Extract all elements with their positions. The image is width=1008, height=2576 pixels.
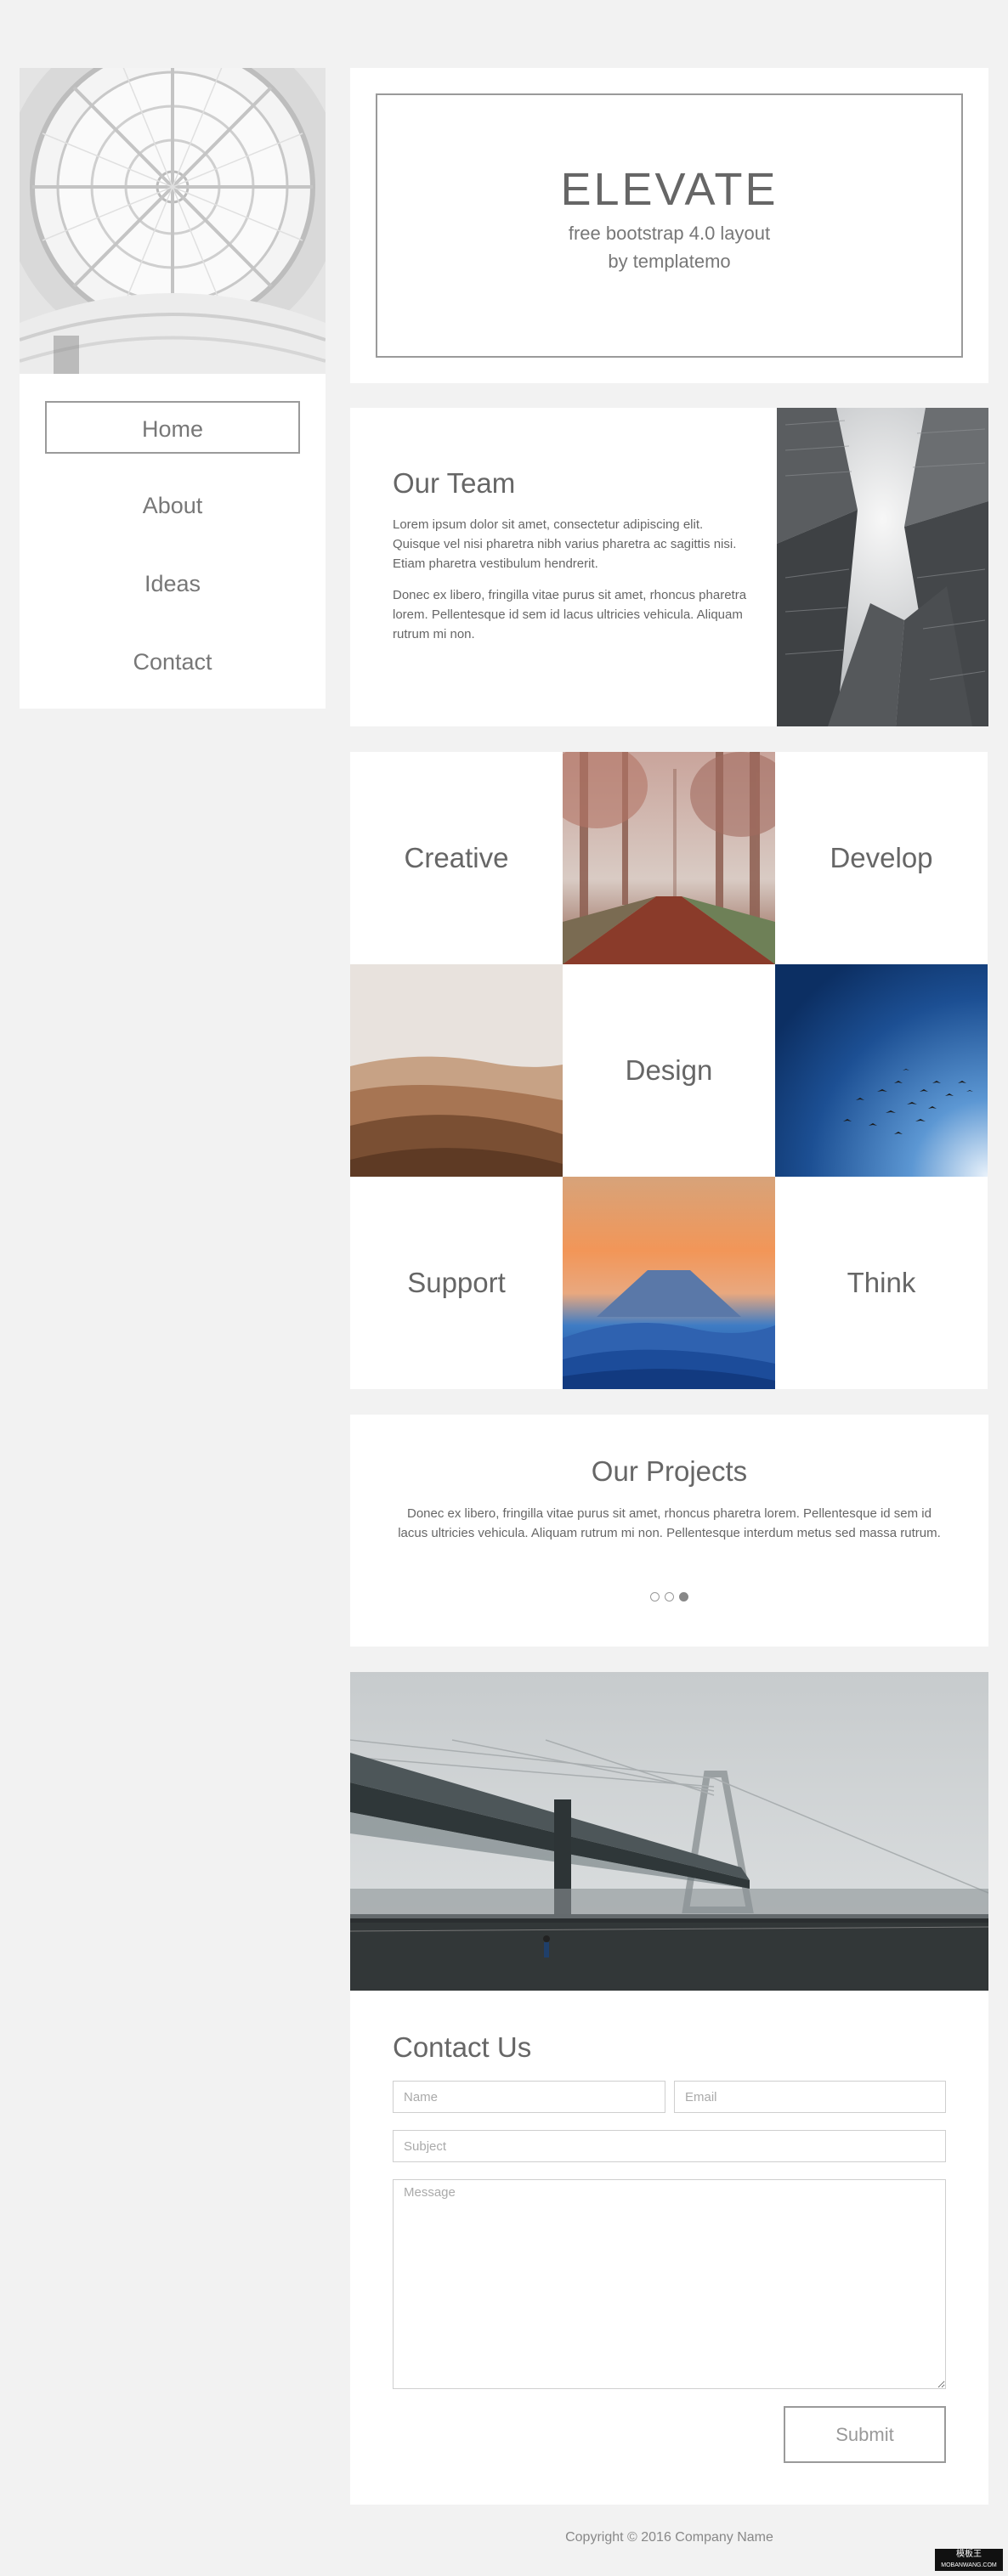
name-field[interactable] [393, 2081, 665, 2113]
team-title: Our Team [393, 467, 516, 499]
grid-think: Think [775, 1177, 988, 1389]
nav-contact[interactable]: Contact [45, 636, 300, 688]
site-title: ELEVATE [560, 164, 779, 215]
site-credit: by templatemo [608, 251, 731, 272]
grid-develop: Develop [775, 752, 988, 964]
bridge-image [350, 1672, 988, 1991]
carousel-dot-1[interactable] [649, 1592, 660, 1602]
submit-button[interactable]: Submit [784, 2406, 946, 2463]
dome-image [20, 68, 326, 374]
projects-section: Our Projects Donec ex libero, fringilla … [350, 1415, 988, 1647]
team-section: Our Team Lorem ipsum dolor sit amet, con… [350, 408, 988, 726]
contact-section: Contact Us Submit [350, 1991, 988, 2505]
subject-field[interactable] [393, 2130, 946, 2162]
grid-support: Support [350, 1177, 563, 1389]
projects-text: Donec ex libero, fringilla vitae purus s… [398, 1506, 941, 1540]
team-text: Our Team Lorem ipsum dolor sit amet, con… [393, 467, 750, 656]
contact-title: Contact Us [393, 2031, 532, 2063]
header-box: ELEVATE free bootstrap 4.0 layout by tem… [376, 93, 963, 358]
watermark-badge: 模板王 MOBANWANG.COM [935, 2549, 1003, 2571]
mountain-image [563, 1177, 775, 1389]
team-paragraph-2: Donec ex libero, fringilla vitae purus s… [393, 588, 747, 641]
copyright-text: Copyright © 2016 Company Name [565, 2530, 773, 2545]
nav-home[interactable]: Home [45, 401, 300, 454]
grid-creative: Creative [350, 752, 563, 964]
site-subtitle: free bootstrap 4.0 layout [568, 223, 771, 244]
badge-line-1: 模板王 [956, 2550, 982, 2559]
email-field[interactable] [674, 2081, 946, 2113]
badge-line-2: MOBANWANG.COM [941, 2562, 997, 2568]
nav-ideas[interactable]: Ideas [45, 557, 300, 610]
carousel-dot-3[interactable] [679, 1592, 689, 1602]
carousel-dots [350, 1590, 988, 1606]
sidebar: Home About Ideas Contact [20, 68, 326, 709]
message-field[interactable] [393, 2179, 946, 2389]
projects-title: Our Projects [591, 1455, 748, 1487]
nav-about[interactable]: About [45, 479, 300, 532]
skyscrapers-image [777, 408, 988, 726]
header: ELEVATE free bootstrap 4.0 layout by tem… [350, 68, 988, 383]
carousel-dot-2[interactable] [665, 1592, 674, 1602]
footer: Copyright © 2016 Company Name [0, 2530, 1008, 2545]
services-grid: Creative Develop Design Support Think [350, 752, 988, 1390]
grid-design: Design [563, 964, 775, 1177]
birds-image [775, 964, 988, 1177]
team-paragraph-1: Lorem ipsum dolor sit amet, consectetur … [393, 517, 737, 571]
desert-image [350, 964, 563, 1177]
forest-image [563, 752, 775, 964]
